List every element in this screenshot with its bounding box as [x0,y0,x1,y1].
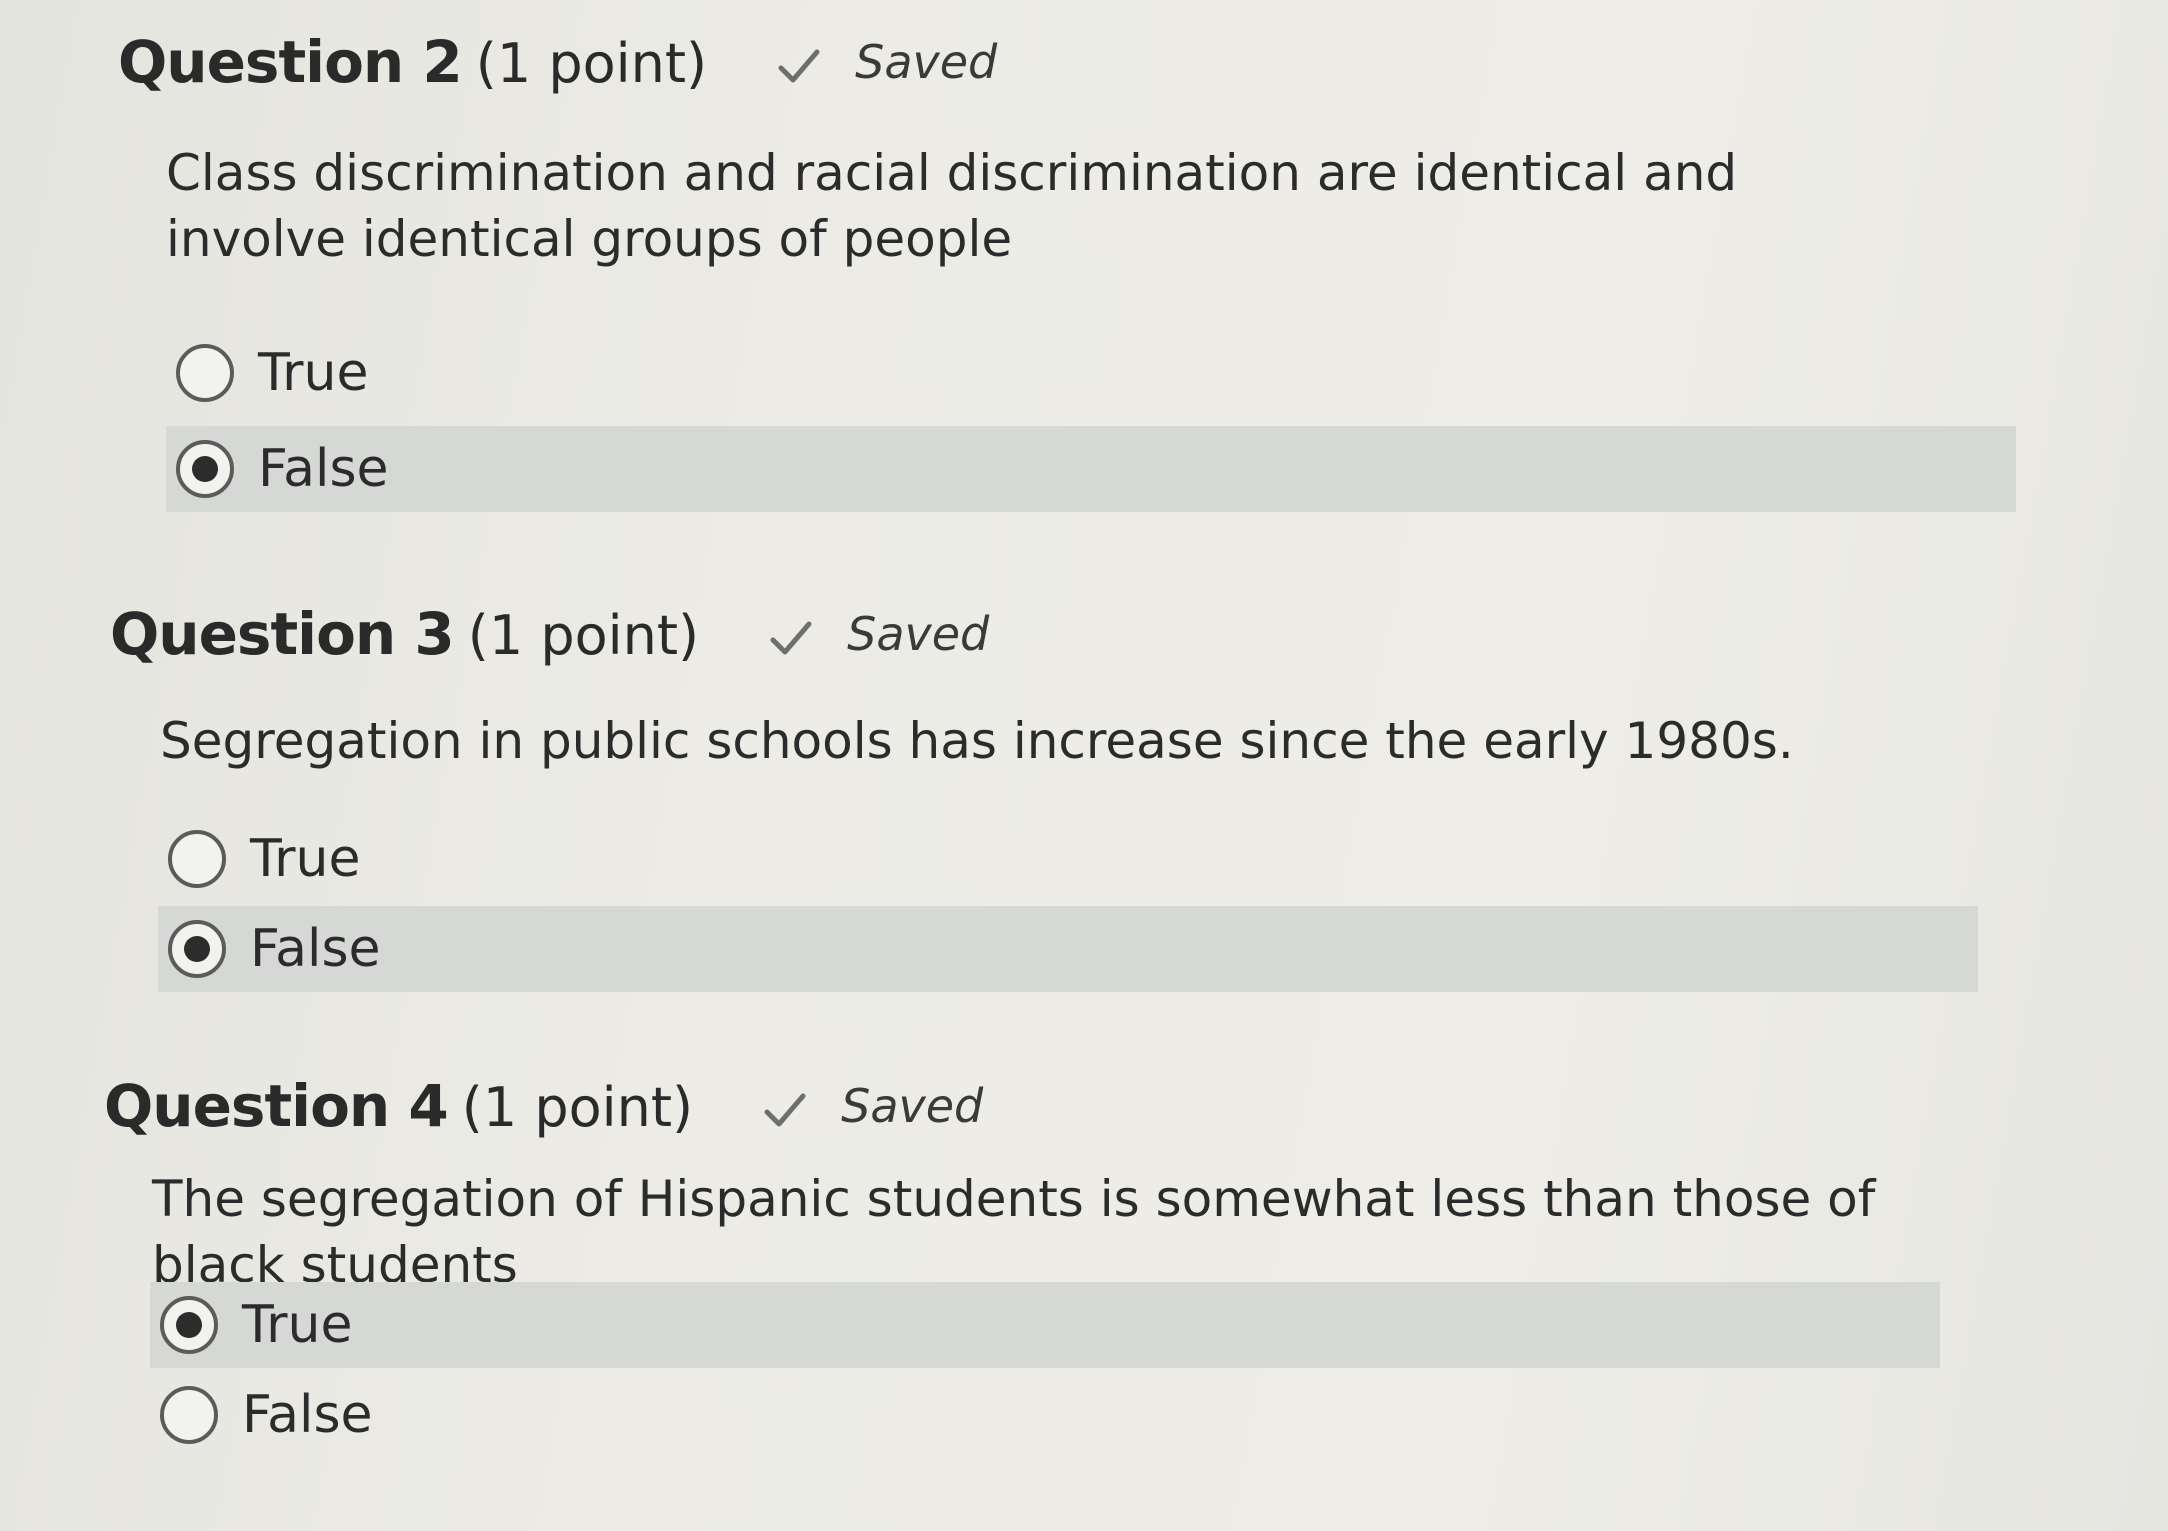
question-header: Question 2 (1 point) Saved [118,28,997,96]
saved-label: Saved [847,607,990,661]
question-title: Question 3 [110,600,455,668]
question-points: (1 point) [461,1076,694,1139]
radio-button-selected[interactable] [168,920,226,978]
quiz-page: Question 2 (1 point) Saved Class discrim… [0,0,2168,1531]
question-text: Segregation in public schools has increa… [160,712,1794,770]
saved-label: Saved [841,1079,984,1133]
radio-button[interactable] [160,1386,218,1444]
saved-status: Saved [777,35,997,89]
option-false[interactable]: False [166,426,2016,512]
option-true[interactable]: True [150,1282,1940,1368]
radio-dot [176,1312,202,1338]
option-label: True [250,829,361,889]
check-icon [778,49,820,83]
option-label: False [258,439,389,499]
saved-label: Saved [855,35,998,89]
radio-button-selected[interactable] [160,1296,218,1354]
question-text: The segregation of Hispanic students is … [152,1170,1876,1294]
check-icon [764,1093,806,1127]
saved-status: Saved [769,607,989,661]
radio-button-selected[interactable] [176,440,234,498]
question-header: Question 4 (1 point) Saved [104,1072,983,1140]
check-icon [770,621,812,655]
question-text: Class discrimination and racial discrimi… [166,144,1738,268]
radio-dot [184,936,210,962]
option-false[interactable]: False [158,906,1978,992]
radio-button[interactable] [168,830,226,888]
option-label: True [242,1295,353,1355]
option-label: False [242,1385,373,1445]
question-title: Question 2 [118,28,463,96]
radio-dot [192,456,218,482]
question-points: (1 point) [475,32,708,95]
option-label: True [258,343,369,403]
question-points: (1 point) [467,604,700,667]
option-true[interactable]: True [166,330,2016,416]
saved-status: Saved [763,1079,983,1133]
radio-button[interactable] [176,344,234,402]
question-header: Question 3 (1 point) Saved [110,600,989,668]
option-true[interactable]: True [158,816,1978,902]
option-false[interactable]: False [150,1372,1940,1458]
question-title: Question 4 [104,1072,449,1140]
option-label: False [250,919,381,979]
